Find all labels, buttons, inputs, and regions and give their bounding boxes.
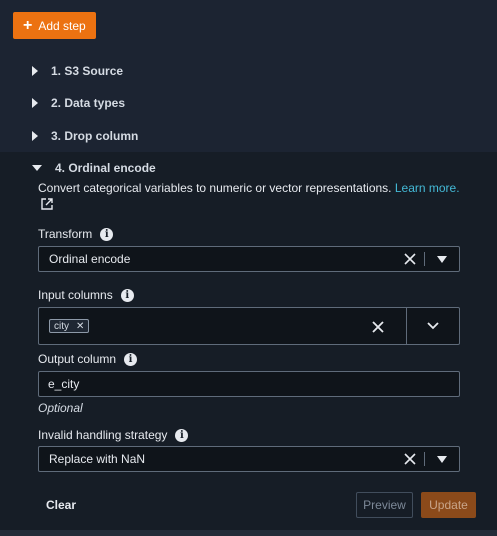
step-label: 1. S3 Source [51,64,124,78]
transform-value: Ordinal encode [49,252,131,266]
input-columns-multiselect[interactable]: city ✕ [38,307,460,345]
divider [424,252,425,266]
clear-icon[interactable] [403,452,417,466]
token-label: city [54,320,69,332]
step-item-drop-column[interactable]: 3. Drop column [32,125,138,147]
footer-divider [0,530,497,536]
clear-icon[interactable] [403,252,417,266]
invalid-handling-label: Invalid handling strategy i [38,428,189,442]
update-button[interactable]: Update [421,492,476,518]
step-item-ordinal-encode[interactable]: 4. Ordinal encode [32,157,156,179]
token-city: city ✕ [49,319,90,333]
caret-right-icon [32,66,38,76]
optional-hint: Optional [38,401,83,415]
info-icon[interactable]: i [175,428,189,442]
add-step-label: Add step [38,18,86,33]
output-column-label-text: Output column [38,352,117,366]
transform-select[interactable]: Ordinal encode [38,246,460,272]
description-text: Convert categorical variables to numeric… [38,181,392,195]
transform-label: Transform i [38,227,114,241]
info-icon[interactable]: i [100,227,114,241]
dropdown-arrow-icon[interactable] [437,456,447,463]
output-column-input[interactable]: e_city [38,371,460,397]
input-columns-label-text: Input columns [38,288,113,302]
caret-down-icon [32,165,42,171]
step-item-s3-source[interactable]: 1. S3 Source [32,60,123,82]
caret-right-icon [32,131,38,141]
info-icon[interactable]: i [120,288,134,302]
clear-button[interactable]: Clear [46,498,76,512]
output-column-label: Output column i [38,352,138,366]
step-label: 3. Drop column [51,129,139,143]
invalid-handling-select[interactable]: Replace with NaN [38,446,460,472]
chevron-down-icon[interactable] [426,321,440,331]
output-column-value: e_city [48,377,80,391]
plus-icon: + [23,16,33,34]
add-step-button[interactable]: + Add step [13,12,96,39]
step-label: 4. Ordinal encode [55,161,156,175]
preview-button[interactable]: Preview [356,492,413,518]
input-columns-label: Input columns i [38,288,134,302]
step-description: Convert categorical variables to numeric… [38,180,478,196]
transform-label-text: Transform [38,227,93,241]
clear-all-icon[interactable] [371,320,385,334]
step-label: 2. Data types [51,96,126,110]
invalid-handling-label-text: Invalid handling strategy [38,428,168,442]
step-item-data-types[interactable]: 2. Data types [32,92,125,114]
external-link-icon[interactable] [40,197,54,211]
divider [424,452,425,466]
divider [406,308,407,344]
dropdown-arrow-icon[interactable] [437,256,447,263]
token-remove-icon[interactable]: ✕ [76,321,84,332]
invalid-handling-value: Replace with NaN [49,452,146,466]
info-icon[interactable]: i [124,352,138,366]
caret-right-icon [32,98,38,108]
learn-more-link[interactable]: Learn more. [395,181,460,195]
